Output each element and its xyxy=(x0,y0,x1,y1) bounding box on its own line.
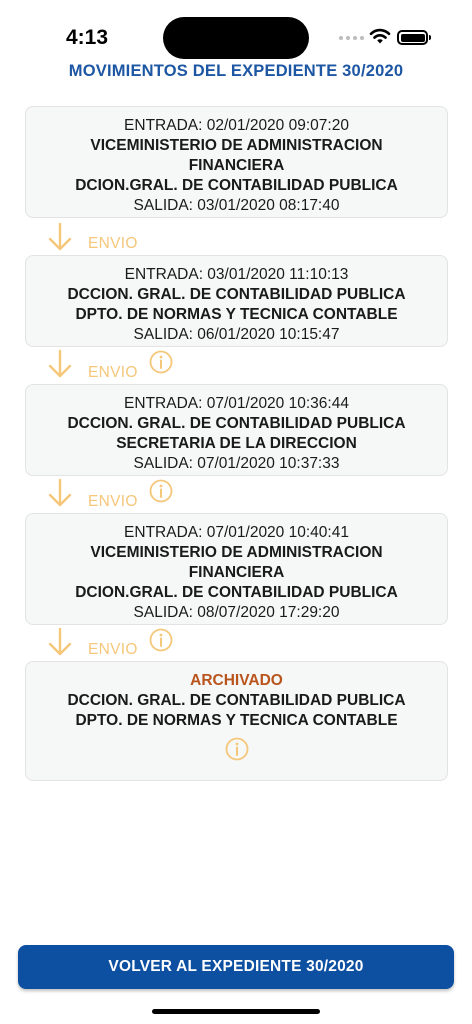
salida-date: SALIDA: 03/01/2020 08:17:40 xyxy=(133,197,340,214)
arrow-down-icon xyxy=(48,627,72,656)
entrada-date: ENTRADA: 07/01/2020 10:40:41 xyxy=(124,524,349,541)
salida-date: SALIDA: 08/07/2020 17:29:20 xyxy=(133,604,340,621)
office-name: FINANCIERA xyxy=(188,157,285,174)
info-icon[interactable] xyxy=(149,350,173,374)
page-title: MOVIMIENTOS DEL EXPEDIENTE 30/2020 xyxy=(68,62,404,80)
office-name: VICEMINISTERIO DE ADMINISTRACION xyxy=(90,137,383,154)
status-badge: ARCHIVADO xyxy=(190,672,283,689)
office-name: DCCION. GRAL. DE CONTABILIDAD PUBLICA xyxy=(67,415,406,432)
battery-icon xyxy=(397,30,431,45)
camera-notch xyxy=(163,17,309,59)
envio-label: ENVIO xyxy=(88,493,138,510)
office-name: DCCION. GRAL. DE CONTABILIDAD PUBLICA xyxy=(67,286,406,303)
arrow-down-icon xyxy=(48,478,72,507)
info-icon[interactable] xyxy=(149,628,173,652)
office-name: SECRETARIA DE LA DIRECCION xyxy=(116,435,357,452)
movement-card: ENTRADA: 03/01/2020 11:10:13 DCCION. GRA… xyxy=(25,255,448,347)
arrow-down-icon xyxy=(48,349,72,378)
entrada-date: ENTRADA: 03/01/2020 11:10:13 xyxy=(124,266,349,283)
info-icon[interactable] xyxy=(225,737,249,761)
salida-date: SALIDA: 07/01/2020 10:37:33 xyxy=(133,455,340,472)
envio-connector: ENVIO xyxy=(46,478,206,518)
movement-card: ENTRADA: 02/01/2020 09:07:20 VICEMINISTE… xyxy=(25,106,448,218)
movement-card: ENTRADA: 07/01/2020 10:36:44 DCCION. GRA… xyxy=(25,384,448,476)
salida-date: SALIDA: 06/01/2020 10:15:47 xyxy=(133,326,340,343)
entrada-date: ENTRADA: 07/01/2020 10:36:44 xyxy=(124,395,349,412)
envio-label: ENVIO xyxy=(88,641,138,658)
cellular-signal-icon xyxy=(339,36,364,40)
office-name: DCCION. GRAL. DE CONTABILIDAD PUBLICA xyxy=(67,692,406,709)
office-name: DCION.GRAL. DE CONTABILIDAD PUBLICA xyxy=(75,177,398,194)
envio-connector: ENVIO xyxy=(46,349,206,389)
back-to-expediente-button[interactable]: VOLVER AL EXPEDIENTE 30/2020 xyxy=(18,945,454,989)
office-name: DPTO. DE NORMAS Y TECNICA CONTABLE xyxy=(75,712,398,729)
envio-label: ENVIO xyxy=(88,364,138,381)
home-indicator[interactable] xyxy=(152,1009,320,1014)
office-name: DPTO. DE NORMAS Y TECNICA CONTABLE xyxy=(75,306,398,323)
info-icon[interactable] xyxy=(149,479,173,503)
movement-card: ENTRADA: 07/01/2020 10:40:41 VICEMINISTE… xyxy=(25,513,448,625)
office-name: VICEMINISTERIO DE ADMINISTRACION xyxy=(90,544,383,561)
envio-label: ENVIO xyxy=(88,235,138,252)
office-name: DCION.GRAL. DE CONTABILIDAD PUBLICA xyxy=(75,584,398,601)
status-bar: 4:13 xyxy=(0,0,472,60)
status-time: 4:13 xyxy=(66,26,109,49)
office-name: FINANCIERA xyxy=(188,564,285,581)
movement-card-archived: ARCHIVADO DCCION. GRAL. DE CONTABILIDAD … xyxy=(25,661,448,781)
wifi-icon xyxy=(369,28,391,44)
arrow-down-icon xyxy=(48,222,72,251)
entrada-date: ENTRADA: 02/01/2020 09:07:20 xyxy=(124,117,349,134)
